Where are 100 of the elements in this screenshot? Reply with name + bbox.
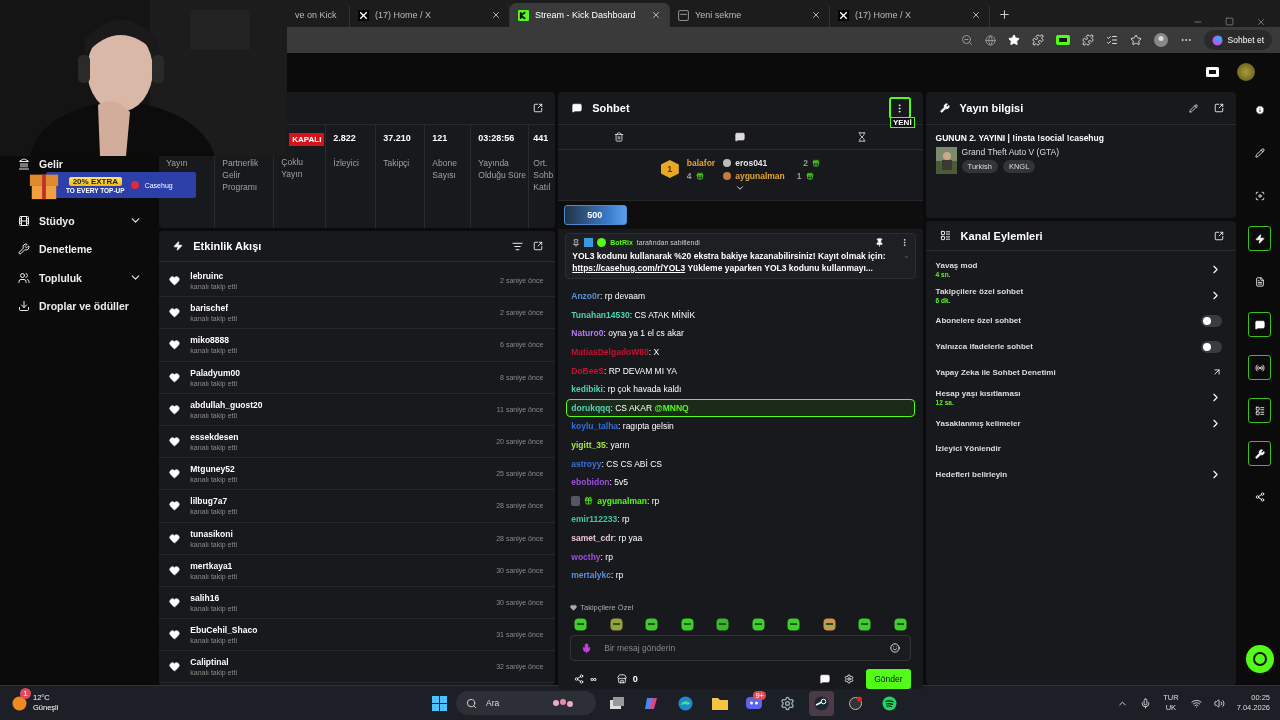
info-icon xyxy=(1254,104,1265,115)
event-user: abdullah_guost20 xyxy=(190,399,264,410)
store-icon xyxy=(616,674,627,684)
action-label: Hedefleri belirleyin xyxy=(935,470,1009,480)
emote-icon[interactable] xyxy=(787,618,801,631)
lightning-icon xyxy=(1254,233,1265,244)
rail-button[interactable] xyxy=(1248,226,1272,251)
highlighted-message: dorukqqq: CS AKAR @MNNQ xyxy=(566,398,915,418)
wrench-icon xyxy=(939,103,950,113)
new-tab-icon xyxy=(998,8,1011,21)
stat-label: Abone Sayısı xyxy=(432,157,458,181)
panel-title: Kanal Eylemleri xyxy=(960,229,1044,242)
copilot-button[interactable]: Sohbet et xyxy=(1203,30,1272,50)
new-badge: YENİ xyxy=(889,117,915,128)
popout-icon xyxy=(1214,103,1225,113)
chat-message: emir112233: rp xyxy=(570,513,631,527)
chat-icon xyxy=(735,132,746,142)
emote-icon[interactable] xyxy=(893,618,907,631)
filter-icon xyxy=(512,240,524,252)
ad-headline: 20% EXTRA xyxy=(68,176,122,186)
rail-button[interactable] xyxy=(1248,441,1272,466)
list-icon xyxy=(1254,405,1265,416)
sidebar-item[interactable]: Denetleme xyxy=(0,241,157,257)
film-icon xyxy=(18,214,30,227)
leader-name: balafor xyxy=(686,157,716,168)
rail-button[interactable] xyxy=(1248,312,1272,337)
close-icon xyxy=(491,10,501,20)
emote-icon[interactable] xyxy=(822,618,836,631)
windows-logo-icon[interactable] xyxy=(432,695,447,711)
send-button[interactable]: Gönder xyxy=(866,669,911,689)
stat-value: 2.822 xyxy=(333,133,357,145)
search-field[interactable]: Ara xyxy=(456,691,596,715)
points-pill[interactable]: 500 xyxy=(564,205,628,225)
sidebar-item[interactable]: Gelir xyxy=(0,158,157,170)
stream-title: GUNUN 2. YAYINI | !insta !social !casehug xyxy=(935,133,1105,143)
settings-icon xyxy=(844,674,855,684)
stat-value: 121 xyxy=(432,133,449,145)
gift-icon xyxy=(812,158,821,167)
message-input[interactable]: Bir mesaj gönderin xyxy=(602,642,880,654)
emote-icon[interactable] xyxy=(609,618,623,631)
new-tab-icon xyxy=(678,9,689,21)
action-row[interactable]: Yapay Zeka ile Sohbet Denetimi xyxy=(925,359,1237,385)
heart-icon xyxy=(169,307,181,319)
emote-icon[interactable] xyxy=(858,618,872,631)
sidebar-item[interactable]: Stüdyo xyxy=(0,212,157,229)
broadcast-icon xyxy=(1254,362,1265,373)
close-icon xyxy=(811,10,821,20)
emote-icon[interactable] xyxy=(716,618,730,631)
action-row[interactable]: Hedefleri belirleyin xyxy=(925,461,1237,488)
browser-tab[interactable]: Stream - Kick Dashboard xyxy=(510,3,670,27)
gift-icon xyxy=(695,171,704,180)
x-logo-icon xyxy=(838,9,849,21)
action-label: Abonelere özel sohbet xyxy=(935,316,1022,326)
microphone-icon xyxy=(581,642,593,654)
stat-label: Partnerlik Gelir Programı xyxy=(222,157,260,193)
stat-label: Yayında Olduğu Süre xyxy=(478,157,527,181)
popout-icon xyxy=(533,103,544,113)
emote-icon[interactable] xyxy=(680,618,694,631)
volume-icon xyxy=(1213,697,1225,709)
avatar[interactable] xyxy=(1237,62,1255,81)
support-icon[interactable] xyxy=(1245,645,1274,673)
action-row[interactable]: İzleyici Yönlendir xyxy=(925,436,1237,462)
message-field[interactable]: Bir mesaj gönderin xyxy=(570,635,911,661)
action-row[interactable]: Yalnızca ifadelerle sohbet xyxy=(925,333,1237,360)
close-icon xyxy=(651,10,661,20)
panel-title: Sohbet xyxy=(592,102,631,114)
emote-icon[interactable] xyxy=(574,618,588,631)
pinned-link[interactable]: https://casehug.com/r/YOL3 xyxy=(572,263,686,273)
stat-value: 37.210 xyxy=(383,133,412,145)
heart-icon xyxy=(169,596,181,608)
emote-icon[interactable] xyxy=(645,618,659,631)
action-row[interactable]: Yasaklanmış kelimeler xyxy=(925,410,1237,437)
chat-icon xyxy=(572,103,583,113)
taskbar-app[interactable] xyxy=(809,690,834,716)
sidebar-item[interactable]: Topluluk xyxy=(0,269,157,286)
gift-count: 4 xyxy=(686,170,692,181)
screen-icon xyxy=(1206,66,1219,77)
edge-icon xyxy=(678,695,693,711)
network-icon xyxy=(1190,697,1202,709)
rail-button[interactable] xyxy=(1248,355,1272,380)
gift-count: 1 xyxy=(796,170,802,181)
emote-icon[interactable] xyxy=(751,618,765,631)
sub-badge-icon xyxy=(571,495,581,506)
microphone-icon xyxy=(1140,697,1152,709)
chat-icon xyxy=(1254,319,1265,330)
event-user: lilbug7a7 xyxy=(190,496,229,507)
profile-icon xyxy=(1153,33,1168,47)
wrench-icon xyxy=(1254,448,1265,459)
action-label: İzleyici Yönlendir xyxy=(935,444,1002,454)
leader-name: aygunalman xyxy=(735,170,785,181)
toggle-switch[interactable] xyxy=(1201,315,1223,327)
rail-button[interactable] xyxy=(1248,398,1272,423)
sidebar-item[interactable]: Droplar ve ödüller xyxy=(0,298,157,314)
playlist-icon xyxy=(1105,34,1118,46)
event-user: barischef xyxy=(190,303,230,314)
action-row[interactable]: Abonelere özel sohbet xyxy=(925,308,1237,334)
search-input[interactable]: Ara xyxy=(484,697,544,709)
stat-label: İzleyici xyxy=(333,157,360,169)
heart-icon xyxy=(169,339,181,351)
toggle-switch[interactable] xyxy=(1201,340,1223,353)
